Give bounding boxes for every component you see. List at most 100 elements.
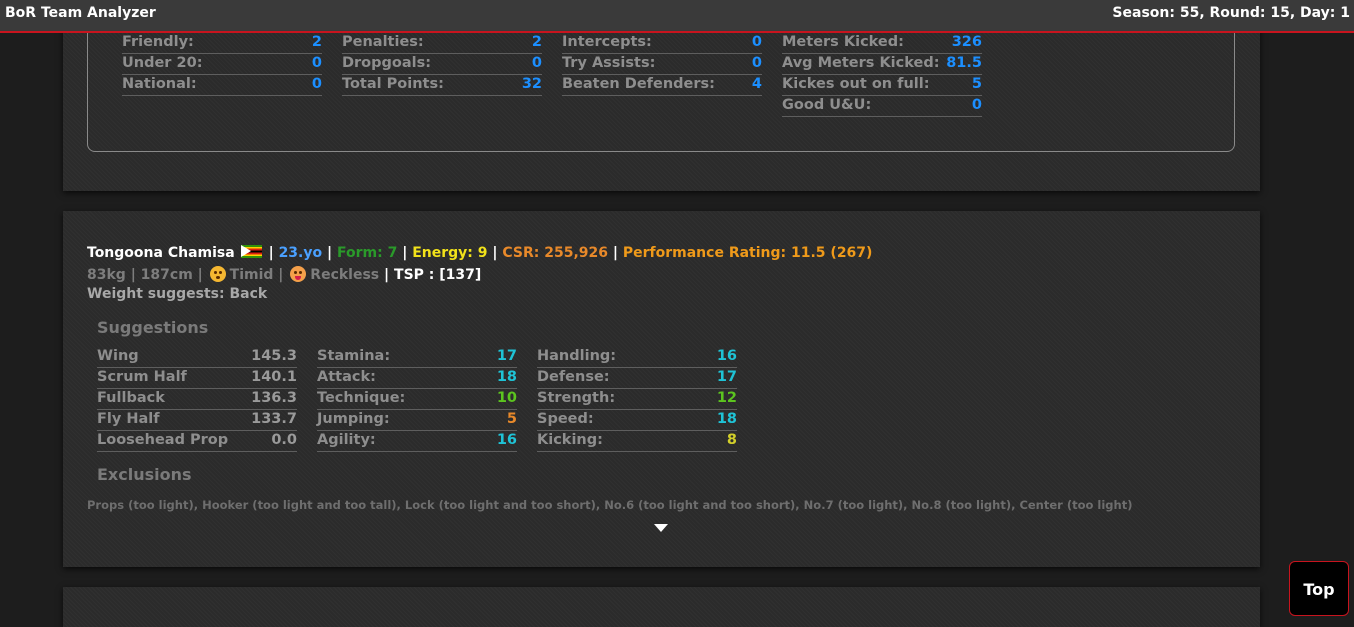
stat-value: 133.7 [251, 411, 297, 427]
player-card-next [63, 587, 1260, 627]
stat-row: Friendly: 2 [122, 33, 322, 54]
stat-value: 17 [716, 369, 737, 385]
stat-row: Under 20: 0 [122, 54, 322, 75]
stat-label: Jumping: [317, 411, 390, 427]
stat-row: Kickes out on full: 5 [782, 75, 982, 96]
stat-row: Fly Half 133.7 [97, 410, 297, 431]
stat-value: 2 [311, 34, 322, 50]
stat-label: Fly Half [97, 411, 160, 427]
stat-value: 5 [506, 411, 517, 427]
stat-label: Friendly: [122, 34, 194, 50]
timid-face-icon [209, 266, 226, 282]
stat-value: 12 [716, 390, 737, 406]
stat-label: Try Assists: [562, 55, 656, 71]
stat-value: 4 [751, 76, 762, 92]
stat-label: Kickes out on full: [782, 76, 930, 92]
stat-label: Dropgoals: [342, 55, 432, 71]
stat-row: Kicking: 8 [537, 431, 737, 452]
stat-value: 136.3 [251, 390, 297, 406]
separator: | [278, 267, 284, 283]
stat-label: Wing [97, 348, 139, 364]
stat-label: Stamina: [317, 348, 391, 364]
stat-row: Speed: 18 [537, 410, 737, 431]
stat-row: Stamina: 17 [317, 347, 517, 368]
stat-label: Defense: [537, 369, 610, 385]
stat-label: Technique: [317, 390, 406, 406]
stat-value: 140.1 [251, 369, 297, 385]
stat-row: Total Points: 32 [342, 75, 542, 96]
separator: | [492, 245, 498, 261]
player-csr: CSR: 255,926 [502, 245, 608, 261]
stat-value: 0 [751, 55, 762, 71]
season-info: Season: 55, Round: 15, Day: 1 [1112, 5, 1350, 21]
stat-row: Jumping: 5 [317, 410, 517, 431]
stat-value: 0.0 [271, 432, 297, 448]
weight-suggests: Weight suggests: Back [87, 286, 268, 302]
stat-value: 81.5 [946, 55, 982, 71]
separator: | [326, 245, 333, 261]
stat-label: Loosehead Prop [97, 432, 229, 448]
trait-reckless: Reckless [310, 267, 380, 283]
stat-row: Fullback 136.3 [97, 389, 297, 410]
stat-value: 5 [971, 76, 982, 92]
stat-value: 17 [496, 348, 517, 364]
stat-row: Loosehead Prop 0.0 [97, 431, 297, 452]
stat-label: Intercepts: [562, 34, 652, 50]
stat-row: Attack: 18 [317, 368, 517, 389]
stat-label: Speed: [537, 411, 594, 427]
expand-caret-icon[interactable] [654, 524, 668, 532]
player-header-line: Tongoona Chamisa | 23.yo | Form: 7 | Ene… [87, 245, 872, 261]
stat-row: Scrum Half 140.1 [97, 368, 297, 389]
separator: | [268, 245, 274, 261]
stat-row: Penalties: 2 [342, 33, 542, 54]
stat-value: 32 [521, 76, 542, 92]
stat-label: Strength: [537, 390, 616, 406]
stat-row: Good U&U: 0 [782, 96, 982, 117]
stat-row: Agility: 16 [317, 431, 517, 452]
stat-label: National: [122, 76, 197, 92]
stat-value: 10 [496, 390, 517, 406]
stat-row: Handling: 16 [537, 347, 737, 368]
player-name[interactable]: Tongoona Chamisa [87, 245, 235, 261]
stat-value: 0 [751, 34, 762, 50]
player-age: 23.yo [278, 245, 323, 261]
stat-label: Fullback [97, 390, 165, 406]
stat-label: Total Points: [342, 76, 444, 92]
stat-value: 16 [716, 348, 737, 364]
stat-label: Under 20: [122, 55, 203, 71]
stat-label: Avg Meters Kicked: [782, 55, 940, 71]
stat-value: 0 [311, 76, 322, 92]
stat-label: Good U&U: [782, 97, 872, 113]
stat-row: National: 0 [122, 75, 322, 96]
stat-value: 18 [496, 369, 517, 385]
stat-value: 16 [496, 432, 517, 448]
stat-value: 326 [951, 34, 982, 50]
stat-label: Agility: [317, 432, 376, 448]
exclusions-text: Props (too light), Hooker (too light and… [87, 498, 1133, 512]
stat-label: Kicking: [537, 432, 603, 448]
trait-timid: Timid [229, 267, 274, 283]
performance-rating: Performance Rating: 11.5 (267) [622, 245, 873, 261]
stat-value: 2 [531, 34, 542, 50]
stat-row: Avg Meters Kicked: 81.5 [782, 54, 982, 75]
stat-row: Technique: 10 [317, 389, 517, 410]
stat-value: 0 [311, 55, 322, 71]
stat-label: Meters Kicked: [782, 34, 904, 50]
stat-row: Strength: 12 [537, 389, 737, 410]
stat-label: Penalties: [342, 34, 424, 50]
stat-row: Try Assists: 0 [562, 54, 762, 75]
separator: | [402, 245, 408, 261]
stat-row: Wing 145.3 [97, 347, 297, 368]
exclusions-heading: Exclusions [97, 465, 192, 484]
suggestions-heading: Suggestions [97, 318, 209, 337]
stat-label: Scrum Half [97, 369, 187, 385]
stat-row: Dropgoals: 0 [342, 54, 542, 75]
player-tsp: | TSP : [137] [384, 267, 482, 283]
player-weight-height: 83kg | 187cm | [87, 267, 203, 283]
stat-value: 8 [726, 432, 737, 448]
stat-label: Attack: [317, 369, 376, 385]
stat-value: 0 [531, 55, 542, 71]
top-bar: BoR Team Analyzer Season: 55, Round: 15,… [0, 0, 1354, 33]
scroll-top-button[interactable]: Top [1289, 561, 1349, 616]
player-energy: Energy: 9 [412, 245, 488, 261]
